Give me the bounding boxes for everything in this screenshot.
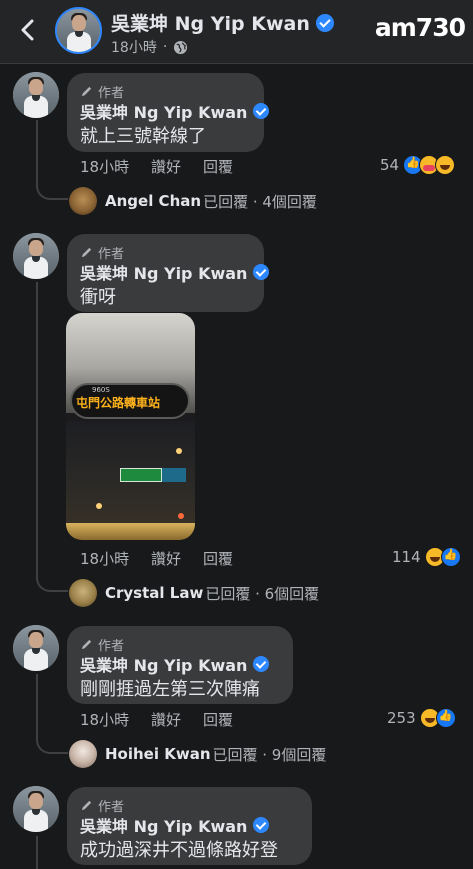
reply-avatar — [69, 579, 97, 607]
pencil-icon — [81, 86, 92, 97]
back-arrow-icon[interactable] — [14, 16, 42, 44]
comment-text: 衝呀 — [80, 287, 116, 308]
page-avatar[interactable] — [55, 7, 102, 54]
replies-summary[interactable]: Crystal Law 已回覆 · 6個回覆 — [69, 579, 319, 607]
bus-dashboard — [66, 523, 195, 540]
post-header: 吳業坤 Ng Yip Kwan 18小時 · am730 — [0, 0, 473, 64]
reply-avatar — [69, 187, 97, 215]
comment-photo[interactable]: 960S 屯門公路轉車站 — [66, 313, 195, 540]
reply-author-name: Angel Chan — [105, 192, 202, 210]
comment-author-label: 吳業坤 Ng Yip Kwan — [80, 656, 248, 675]
road-sign — [120, 468, 162, 482]
verified-badge-icon — [315, 13, 334, 32]
verified-badge-icon — [253, 656, 270, 672]
photo-led-text: 屯門公路轉車站 — [76, 396, 161, 410]
reaction-summary[interactable]: 253 — [387, 708, 456, 728]
thread-connector — [36, 568, 68, 592]
comment-bubble: 作者 吳業坤 Ng Yip Kwan 就上三號幹線了 — [67, 73, 270, 152]
pencil-icon — [81, 800, 92, 811]
watermark-logo: am730 — [374, 13, 466, 42]
comment-bubble: 作者 吳業坤 Ng Yip Kwan 剛剛捱過左第三次陣痛 — [67, 626, 293, 704]
pencil-icon — [81, 247, 92, 258]
comment-bubble: 作者 吳業坤 Ng Yip Kwan 衝呀 — [67, 234, 270, 312]
globe-icon — [174, 40, 188, 54]
like-icon — [440, 547, 461, 567]
like-button[interactable]: 讚好 — [151, 156, 181, 177]
verified-badge-icon — [253, 817, 270, 833]
comment-avatar[interactable] — [13, 233, 59, 279]
comment-avatar[interactable] — [13, 625, 59, 671]
reply-status: 已回覆 · 4個回覆 — [203, 192, 317, 211]
like-button[interactable]: 讚好 — [151, 709, 181, 730]
replies-summary[interactable]: Angel Chan 已回覆 · 4個回覆 — [69, 187, 317, 215]
reaction-count: 253 — [387, 709, 416, 727]
comment-author-name[interactable]: 吳業坤 Ng Yip Kwan — [80, 260, 270, 284]
page-name-label: 吳業坤 Ng Yip Kwan — [111, 13, 310, 35]
reaction-count: 114 — [392, 548, 421, 566]
thread-line — [36, 282, 38, 578]
street-light — [96, 503, 102, 509]
thread-connector — [36, 730, 68, 754]
post-time-label: 18小時 — [111, 40, 157, 56]
haha-icon — [435, 155, 456, 175]
comment-author-label: 吳業坤 Ng Yip Kwan — [80, 817, 248, 836]
comment-actions: 18小時 讚好 回覆 — [80, 709, 280, 729]
comment-text: 剛剛捱過左第三次陣痛 — [80, 679, 260, 700]
reply-author-name: Hoihei Kwan — [105, 745, 211, 763]
reply-status: 已回覆 · 6個回覆 — [205, 584, 320, 603]
comment-time[interactable]: 18小時 — [80, 156, 129, 177]
reply-author-name: Crystal Law — [105, 584, 204, 602]
reply-button[interactable]: 回覆 — [203, 156, 233, 177]
reaction-summary[interactable]: 114 — [392, 547, 461, 567]
separator-dot: · — [162, 39, 168, 55]
verified-badge-icon — [253, 103, 270, 119]
thread-connector — [36, 176, 68, 200]
photo-route-number: 960S — [92, 386, 110, 394]
street-light — [176, 448, 182, 454]
comment-author-name[interactable]: 吳業坤 Ng Yip Kwan — [80, 99, 270, 123]
pencil-icon — [81, 639, 92, 650]
comment-bubble: 作者 吳業坤 Ng Yip Kwan 成功過深井不過條路好登 — [67, 787, 312, 865]
comment-author-label: 吳業坤 Ng Yip Kwan — [80, 103, 248, 122]
comment-text: 成功過深井不過條路好登 — [80, 840, 278, 861]
reaction-summary[interactable]: 54 — [380, 155, 456, 175]
reply-status: 已回覆 · 9個回覆 — [212, 745, 327, 764]
verified-badge-icon — [253, 264, 270, 280]
comment-author-name[interactable]: 吳業坤 Ng Yip Kwan — [80, 813, 270, 837]
reply-avatar — [69, 740, 97, 768]
replies-summary[interactable]: Hoihei Kwan 已回覆 · 9個回覆 — [69, 740, 326, 768]
street-light — [178, 513, 184, 519]
comment-actions: 18小時 讚好 回覆 — [80, 156, 280, 176]
comment-avatar[interactable] — [13, 786, 59, 832]
post-time: 18小時 · — [111, 37, 188, 57]
comment-time[interactable]: 18小時 — [80, 548, 129, 569]
road-sign — [162, 468, 186, 482]
reply-button[interactable]: 回覆 — [203, 548, 233, 569]
like-icon — [435, 708, 456, 728]
comment-text: 就上三號幹線了 — [80, 126, 206, 147]
comment-actions: 18小時 讚好 回覆 — [80, 548, 280, 568]
reaction-count: 54 — [380, 156, 400, 174]
comment-author-label: 吳業坤 Ng Yip Kwan — [80, 264, 248, 283]
thread-line — [36, 836, 38, 869]
like-button[interactable]: 讚好 — [151, 548, 181, 569]
page-name[interactable]: 吳業坤 Ng Yip Kwan — [111, 9, 334, 36]
comment-time[interactable]: 18小時 — [80, 709, 129, 730]
comment-avatar[interactable] — [13, 72, 59, 118]
comment-author-name[interactable]: 吳業坤 Ng Yip Kwan — [80, 652, 270, 676]
reply-button[interactable]: 回覆 — [203, 709, 233, 730]
